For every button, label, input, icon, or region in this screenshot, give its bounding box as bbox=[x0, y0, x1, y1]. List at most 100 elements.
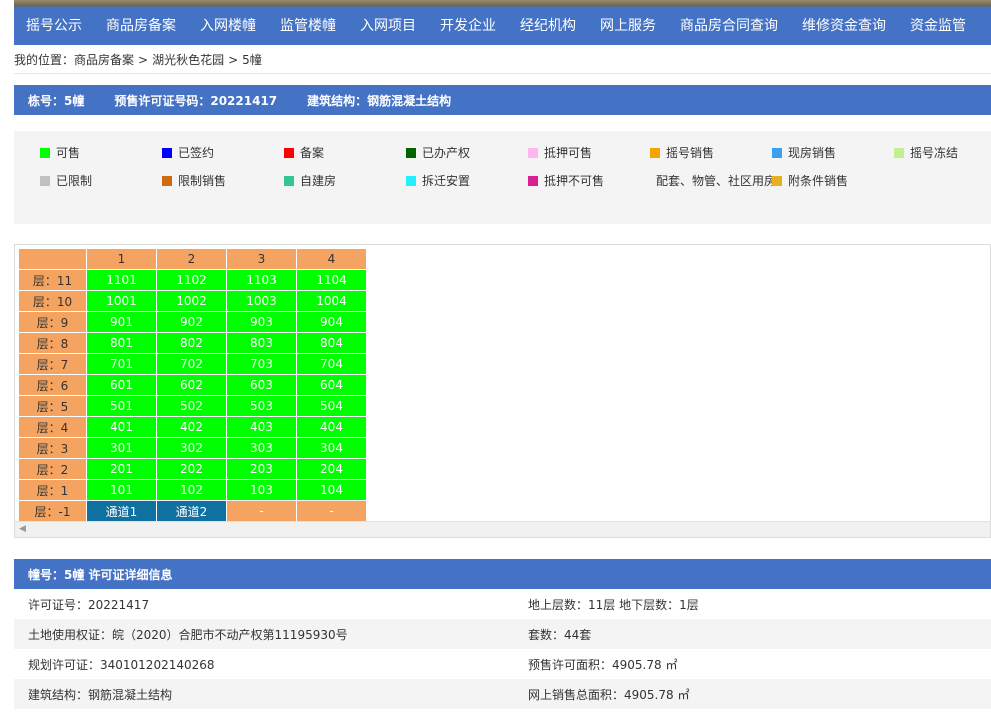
nav-item[interactable]: 资金监管 bbox=[898, 15, 978, 35]
unit-cell[interactable]: 103 bbox=[226, 479, 297, 501]
unit-cell[interactable]: 701 bbox=[86, 353, 157, 375]
floor-label: 层：6 bbox=[18, 374, 87, 396]
unit-cell[interactable]: 1102 bbox=[156, 269, 227, 291]
unit-cell[interactable]: 1004 bbox=[296, 290, 367, 312]
presale-permit: 预售许可证号码：20221417 bbox=[114, 93, 278, 108]
unit-cell[interactable]: 104 bbox=[296, 479, 367, 501]
legend-swatch bbox=[772, 147, 782, 158]
floor-label: 层：11 bbox=[18, 269, 87, 291]
unit-cell[interactable]: 501 bbox=[86, 395, 157, 417]
unit-cell[interactable]: 1001 bbox=[86, 290, 157, 312]
floor-label: 层：10 bbox=[18, 290, 87, 312]
permit-detail-list: 许可证号：20221417 地上层数：11层 地下层数：1层 土地使用权证：皖（20… bbox=[14, 589, 991, 709]
unit-cell[interactable]: 1003 bbox=[226, 290, 297, 312]
divider bbox=[14, 73, 991, 74]
unit-cell[interactable]: 通道1 bbox=[86, 500, 157, 522]
nav-item[interactable]: 维修资金查询 bbox=[790, 15, 898, 35]
unit-cell[interactable]: 703 bbox=[226, 353, 297, 375]
legend-item: 配套、物管、社区用房 bbox=[650, 172, 776, 189]
unit-cell[interactable]: 601 bbox=[86, 374, 157, 396]
unit-cell[interactable]: 503 bbox=[226, 395, 297, 417]
detail-row: 规划许可证：340101202140268 预售许可面积：4905.78 ㎡ bbox=[14, 649, 991, 679]
column-header: 3 bbox=[226, 248, 297, 270]
legend-item: 抵押可售 bbox=[528, 144, 650, 161]
legend-grid: 可售 已签约 备案 已办产权 抵押可售 摇号销售 现房销售 摇号冻结 已限制 限制销售 自建房 拆迁安… bbox=[40, 144, 991, 189]
nav-item[interactable]: 监管楼幢 bbox=[268, 15, 348, 35]
unit-cell[interactable]: 802 bbox=[156, 332, 227, 354]
nav-item[interactable]: 入网项目 bbox=[348, 15, 428, 35]
legend-label: 现房销售 bbox=[788, 146, 837, 160]
unit-cell[interactable]: 403 bbox=[226, 416, 297, 438]
unit-cell[interactable]: 201 bbox=[86, 458, 157, 480]
unit-grid-panel: 1 2 3 4 层：11 1101 1102 1103 1104 层：10 1001 1002 1003… bbox=[14, 244, 991, 538]
unit-cell[interactable]: 504 bbox=[296, 395, 367, 417]
floor-label: 层：-1 bbox=[18, 500, 87, 522]
unit-cell[interactable]: 801 bbox=[86, 332, 157, 354]
unit-cell[interactable]: 304 bbox=[296, 437, 367, 459]
status-legend: 可售 已签约 备案 已办产权 抵押可售 摇号销售 现房销售 摇号冻结 已限制 限制销售 自建房 拆迁安… bbox=[14, 131, 991, 224]
unit-cell[interactable]: 702 bbox=[156, 353, 227, 375]
unit-cell[interactable]: 402 bbox=[156, 416, 227, 438]
legend-label: 配套、物管、社区用房 bbox=[656, 174, 777, 188]
floor-label: 层：1 bbox=[18, 479, 87, 501]
scroll-left-arrow-icon[interactable]: ◀ bbox=[19, 524, 26, 534]
legend-item: 已限制 bbox=[40, 172, 162, 189]
unit-cell[interactable]: 904 bbox=[296, 311, 367, 333]
legend-swatch bbox=[528, 147, 538, 158]
legend-item: 现房销售 bbox=[772, 144, 894, 161]
unit-cell[interactable]: 1002 bbox=[156, 290, 227, 312]
unit-cell[interactable]: 903 bbox=[226, 311, 297, 333]
unit-cell[interactable]: 102 bbox=[156, 479, 227, 501]
unit-cell[interactable]: 202 bbox=[156, 458, 227, 480]
unit-cell[interactable]: 502 bbox=[156, 395, 227, 417]
unit-cell[interactable]: 101 bbox=[86, 479, 157, 501]
unit-cell[interactable]: 203 bbox=[226, 458, 297, 480]
unit-cell[interactable]: 通道2 bbox=[156, 500, 227, 522]
legend-label: 已办产权 bbox=[422, 146, 471, 160]
detail-right-value: 预售许可面积：4905.78 ㎡ bbox=[528, 657, 678, 672]
detail-left-value: 土地使用权证：皖（2020）合肥市不动产权第11195930号 bbox=[28, 627, 348, 642]
column-header: 4 bbox=[296, 248, 367, 270]
table-header-row: 1234 bbox=[18, 248, 367, 270]
unit-cell[interactable]: 1104 bbox=[296, 269, 367, 291]
nav-item[interactable]: 商品房备案 bbox=[94, 15, 188, 35]
breadcrumb-item-1[interactable]: 商品房备案 bbox=[74, 53, 134, 67]
legend-label: 限制销售 bbox=[178, 174, 227, 188]
nav-item[interactable]: 网上服务 bbox=[588, 15, 668, 35]
detail-right-value: 地上层数：11层 地下层数：1层 bbox=[528, 597, 699, 612]
nav-item[interactable]: 开发企业 bbox=[428, 15, 508, 35]
horizontal-scrollbar[interactable]: ◀ bbox=[15, 521, 990, 537]
nav-item[interactable]: 经纪机构 bbox=[508, 15, 588, 35]
unit-cell[interactable]: 704 bbox=[296, 353, 367, 375]
unit-cell: - bbox=[296, 500, 367, 522]
unit-cell[interactable]: 803 bbox=[226, 332, 297, 354]
unit-cell[interactable]: 604 bbox=[296, 374, 367, 396]
unit-cell[interactable]: 301 bbox=[86, 437, 157, 459]
detail-left-value: 建筑结构：钢筋混凝土结构 bbox=[28, 687, 173, 702]
table-row: 层：9 901 902 903 904 bbox=[18, 311, 367, 333]
table-row: 层：11 1101 1102 1103 1104 bbox=[18, 269, 367, 291]
unit-cell[interactable]: 1101 bbox=[86, 269, 157, 291]
unit-cell[interactable]: 804 bbox=[296, 332, 367, 354]
legend-swatch bbox=[284, 147, 294, 158]
unit-cell[interactable]: 401 bbox=[86, 416, 157, 438]
unit-cell[interactable]: 404 bbox=[296, 416, 367, 438]
nav-item[interactable]: 摇号公示 bbox=[14, 15, 94, 35]
table-row: 层：2 201 202 203 204 bbox=[18, 458, 367, 480]
legend-label: 可售 bbox=[56, 146, 81, 160]
legend-swatch bbox=[406, 175, 416, 186]
legend-item: 自建房 bbox=[284, 172, 406, 189]
floor-label: 层：8 bbox=[18, 332, 87, 354]
unit-cell[interactable]: 204 bbox=[296, 458, 367, 480]
unit-cell[interactable]: 602 bbox=[156, 374, 227, 396]
nav-item[interactable]: 入网楼幢 bbox=[188, 15, 268, 35]
unit-cell[interactable]: 303 bbox=[226, 437, 297, 459]
nav-item[interactable]: 商品房合同查询 bbox=[668, 15, 790, 35]
unit-cell[interactable]: 603 bbox=[226, 374, 297, 396]
unit-cell[interactable]: 1103 bbox=[226, 269, 297, 291]
breadcrumb-item-2[interactable]: 湖光秋色花园 bbox=[152, 53, 224, 67]
unit-cell[interactable]: 902 bbox=[156, 311, 227, 333]
unit-cell[interactable]: 302 bbox=[156, 437, 227, 459]
unit-cell[interactable]: 901 bbox=[86, 311, 157, 333]
floor-label: 层：3 bbox=[18, 437, 87, 459]
